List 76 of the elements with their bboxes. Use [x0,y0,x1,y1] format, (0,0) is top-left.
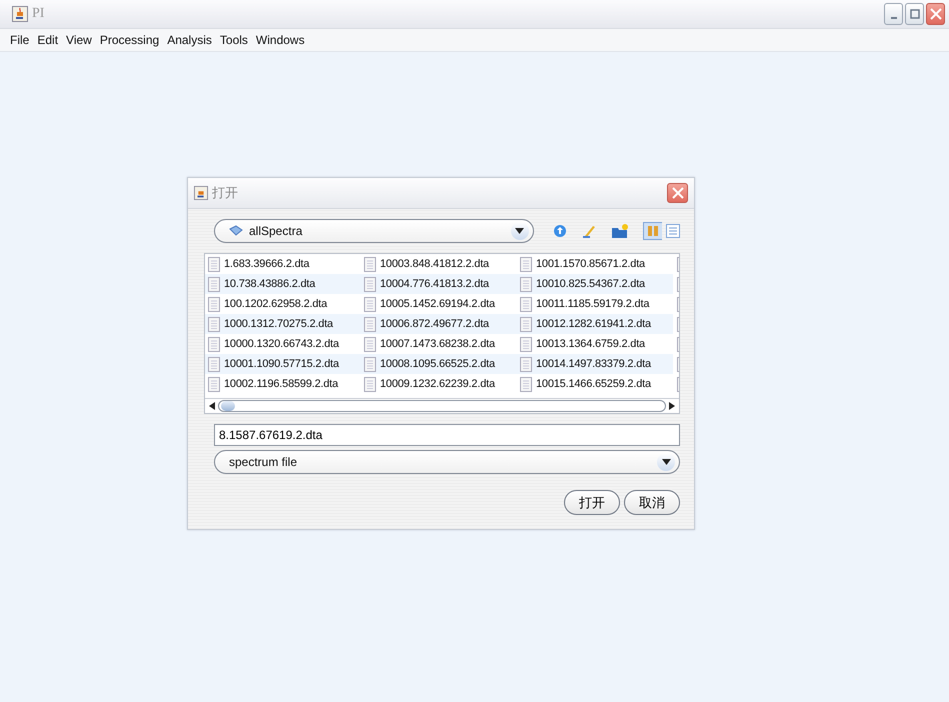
document-icon [208,336,220,352]
list-entry[interactable]: 10000.1320.66743.2.dta [205,334,361,354]
close-button[interactable] [926,3,945,25]
right-arrow-icon[interactable] [669,402,675,410]
window-title: PI [32,6,44,22]
scroll-thumb[interactable] [221,401,235,411]
close-button[interactable] [667,183,688,203]
menu-item[interactable]: Analysis [167,33,212,47]
folder-dropdown[interactable]: allSpectra [214,219,534,243]
document-icon [520,376,532,392]
menu-item[interactable]: Windows [256,33,305,47]
dialog-title: 打开 [212,184,238,202]
document-icon [364,296,376,312]
list-entry[interactable]: 1000.1312.70275.2.dta [205,314,361,334]
menu-item[interactable]: View [66,33,92,47]
document-icon [364,256,376,272]
document-icon [208,296,220,312]
maximize-icon [910,9,920,19]
list-entry[interactable]: 10002.1196.58599.2.dta [205,374,361,394]
file-name-field[interactable]: 8.1587.67619.2.dta [214,424,680,446]
list-entry[interactable]: 10006.872.49677.2.dta [361,314,517,334]
minimize-icon [890,17,896,19]
close-icon [672,187,684,199]
document-icon [520,276,532,292]
menu-item[interactable]: Processing [100,33,160,47]
document-icon [364,276,376,292]
open-button[interactable]: 打开 [564,490,620,515]
document-icon [520,336,532,352]
left-arrow-icon[interactable] [209,402,215,410]
list-entry[interactable]: 10004.776.41813.2.dta [361,274,517,294]
list-entry[interactable]: 100.1202.62958.2.dta [205,294,361,314]
list-entry[interactable]: 10015.1466.65259.2.dta [517,374,673,394]
document-icon [520,256,532,272]
document-icon [208,316,220,332]
list-entry[interactable]: 10010.825.54367.2.dta [517,274,673,294]
caret-icon [657,453,675,471]
close-icon [930,8,942,20]
document-icon [208,256,220,272]
list-entry[interactable]: 10.738.43886.2.dta [205,274,361,294]
maximize-button[interactable] [905,3,924,25]
document-icon [364,376,376,392]
cup-icon [12,6,28,22]
list-entry[interactable]: 10008.1095.66525.2.dta [361,354,517,374]
document-icon [208,356,220,372]
list-view-icon[interactable] [642,222,662,240]
list-entry[interactable]: 10005.1452.69194.2.dta [361,294,517,314]
new-folder-icon[interactable] [610,223,629,239]
list-entry[interactable]: 10009.1232.62239.2.dta [361,374,517,394]
cancel-button[interactable]: 取消 [624,490,680,515]
list-entry[interactable]: 10001.1090.57715.2.dta [205,354,361,374]
list-entry[interactable]: 10014.1497.83379.2.dta [517,354,673,374]
caret-icon [510,222,529,240]
list-entry[interactable]: 1.683.39666.2.dta [205,254,361,274]
details-view-icon[interactable] [666,224,680,238]
menu-item[interactable]: Tools [220,33,248,47]
document-icon [208,276,220,292]
document-icon [520,356,532,372]
list-entry[interactable]: 1001.1570.85671.2.dta [517,254,673,274]
document-icon [364,316,376,332]
list-entry[interactable]: 10013.1364.6759.2.dta [517,334,673,354]
document-icon [364,336,376,352]
list-entry[interactable]: 10012.1282.61941.2.dta [517,314,673,334]
document-icon [208,376,220,392]
list-entry[interactable]: 10003.848.41812.2.dta [361,254,517,274]
document-icon [520,316,532,332]
horizontal-scrollbar[interactable] [205,398,679,413]
pencil-icon[interactable] [581,223,597,239]
cup-icon [194,186,208,200]
file-type-dropdown[interactable]: spectrum file [214,450,680,474]
menu-item[interactable]: Edit [37,33,58,47]
minimize-button[interactable] [884,3,903,25]
document-icon [364,356,376,372]
menu-item[interactable]: File [10,33,30,47]
document-icon [520,296,532,312]
list-entry[interactable]: 10007.1473.68238.2.dta [361,334,517,354]
list-entry[interactable]: 10011.1185.59179.2.dta [517,294,673,314]
